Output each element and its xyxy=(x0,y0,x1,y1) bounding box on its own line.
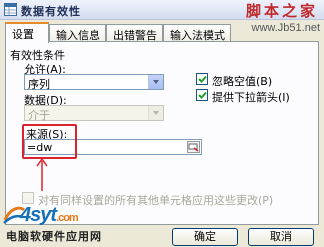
allow-value: 序列 xyxy=(28,78,50,91)
watermark-url: www.Jb51.net xyxy=(251,22,320,34)
tab-ime-mode[interactable]: 输入法模式 xyxy=(163,24,231,42)
dropdown-arrow-label: 提供下拉箭头(I) xyxy=(212,91,290,104)
chevron-down-icon xyxy=(148,106,163,120)
tab-input-message[interactable]: 输入信息 xyxy=(49,24,106,42)
ok-button[interactable]: 确定 xyxy=(172,228,238,246)
chevron-down-icon[interactable] xyxy=(148,75,163,89)
logo-subtitle: 电脑软硬件应用网 xyxy=(6,230,102,243)
cancel-button[interactable]: 取消 xyxy=(248,228,314,246)
range-picker-button[interactable] xyxy=(187,141,200,153)
logo-main: 4syt.com xyxy=(20,204,79,226)
tab-error-alert[interactable]: 出错警告 xyxy=(106,24,163,42)
range-select-icon xyxy=(188,143,199,152)
allow-dropdown[interactable]: 序列 xyxy=(24,74,164,91)
window-icon xyxy=(4,3,17,16)
check-icon xyxy=(198,75,207,83)
window-title: 数据有效性 xyxy=(21,5,81,18)
data-dropdown: 介于 xyxy=(24,105,164,122)
tab-settings[interactable]: 设置 xyxy=(5,22,49,43)
watermark-text: 脚本之家 xyxy=(245,2,318,20)
arrow-up-icon xyxy=(36,158,48,191)
source-highlight-box xyxy=(22,124,77,159)
check-icon xyxy=(198,91,207,99)
site-logo: 4syt.com 电脑软硬件应用网 xyxy=(0,200,110,247)
dropdown-arrow-checkbox[interactable] xyxy=(196,89,208,101)
ignore-blank-checkbox[interactable] xyxy=(196,73,208,85)
ignore-blank-label: 忽略空值(B) xyxy=(212,75,273,88)
data-value: 介于 xyxy=(28,109,50,122)
